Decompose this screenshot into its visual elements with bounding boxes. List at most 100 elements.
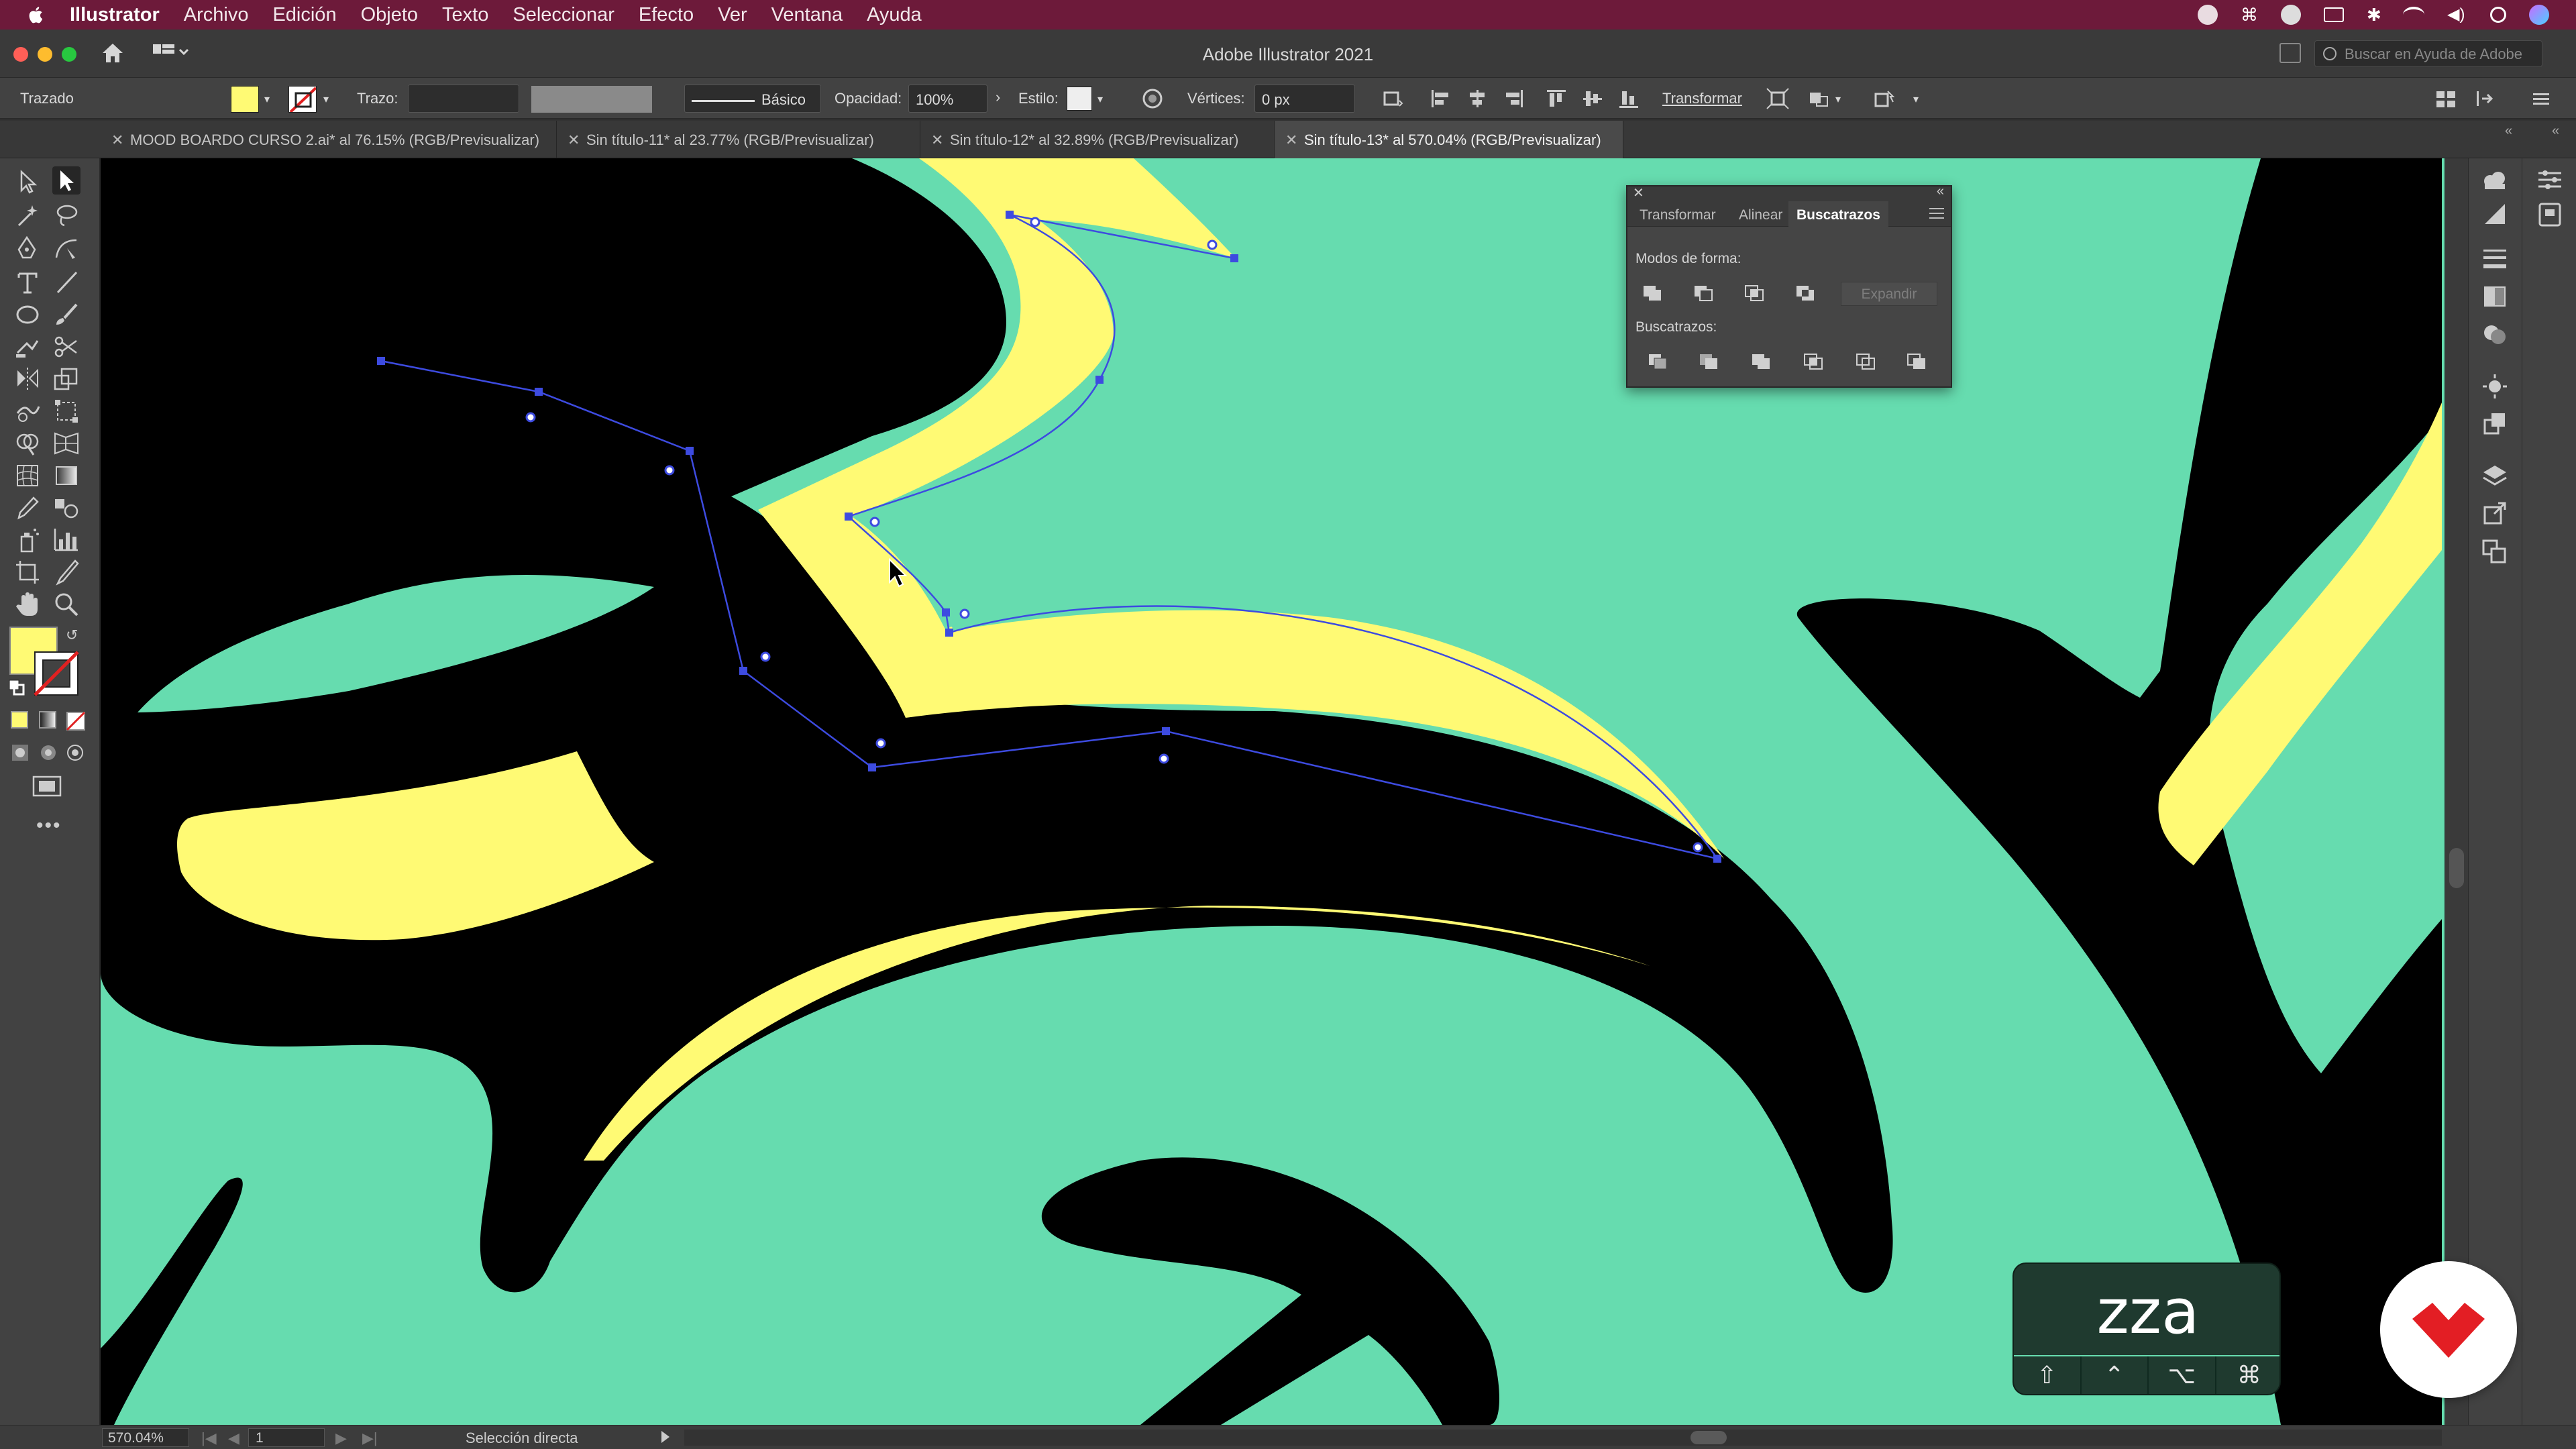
- color-mode-icon[interactable]: [11, 711, 28, 729]
- close-tab-icon[interactable]: ✕: [568, 131, 580, 149]
- black-shape-bottom-curl[interactable]: [1041, 1157, 1499, 1425]
- shaper-tool-icon[interactable]: [13, 333, 42, 361]
- line-tool-icon[interactable]: [52, 268, 80, 297]
- variable-width-profile-dropdown[interactable]: [531, 86, 652, 113]
- paintbrush-tool-icon[interactable]: [52, 301, 80, 329]
- selection-tool-icon[interactable]: [13, 168, 42, 196]
- swap-fill-stroke-icon[interactable]: ↺: [66, 627, 78, 644]
- dock-collapse-icon[interactable]: «: [2505, 123, 2512, 139]
- command-icon[interactable]: ⌘: [2241, 5, 2258, 25]
- close-tab-icon[interactable]: ✕: [111, 131, 123, 149]
- curvature-tool-icon[interactable]: [52, 235, 80, 263]
- airplay-icon[interactable]: [2324, 7, 2344, 22]
- control-bar-menu-icon[interactable]: [2529, 87, 2553, 110]
- artboard-number-input[interactable]: 1: [248, 1428, 325, 1447]
- draw-behind-icon[interactable]: [39, 743, 58, 762]
- blend-tool-icon[interactable]: [52, 494, 80, 522]
- first-artboard-icon[interactable]: |◀: [201, 1430, 217, 1447]
- scale-tool-icon[interactable]: [52, 365, 80, 393]
- isolate-object-icon[interactable]: [1807, 87, 1831, 110]
- lasso-tool-icon[interactable]: [52, 201, 80, 229]
- artboard-canvas[interactable]: ✕ « Transformar Alinear Buscatrazos Modos…: [101, 158, 2445, 1425]
- menu-archivo[interactable]: Archivo: [184, 4, 249, 26]
- transparency-panel-icon[interactable]: [2481, 321, 2509, 347]
- creative-cloud-icon[interactable]: [2281, 5, 2301, 25]
- apple-icon[interactable]: [25, 4, 47, 25]
- tab-sin-titulo-11[interactable]: ✕ Sin título-11* al 23.77% (RGB/Previsual…: [557, 121, 920, 158]
- layers-icon[interactable]: [2481, 463, 2509, 490]
- artboards-icon[interactable]: [2481, 538, 2509, 565]
- previous-artboard-icon[interactable]: ◀: [228, 1430, 239, 1447]
- menu-edicion[interactable]: Edición: [272, 4, 336, 26]
- expand-button[interactable]: Expandir: [1841, 282, 1937, 306]
- draw-inside-icon[interactable]: [66, 743, 85, 762]
- align-bottom-icon[interactable]: [1617, 87, 1641, 110]
- minus-front-button-icon[interactable]: [1692, 283, 1715, 303]
- ellipse-tool-icon[interactable]: [13, 301, 42, 329]
- style-dropdown-chevron-icon[interactable]: ▾: [1097, 93, 1103, 106]
- volume-icon[interactable]: ◀): [2447, 5, 2467, 25]
- menu-efecto[interactable]: Efecto: [639, 4, 694, 26]
- column-graph-tool-icon[interactable]: [52, 526, 80, 554]
- cc-libraries-icon[interactable]: [2536, 201, 2564, 228]
- panel-toggle-icon[interactable]: [2279, 43, 2301, 63]
- hand-tool-icon[interactable]: [13, 590, 42, 619]
- align-center-icon[interactable]: [1465, 87, 1489, 110]
- direct-selection-tool-icon[interactable]: [52, 166, 80, 195]
- shape-builder-tool-icon[interactable]: [13, 429, 42, 458]
- align-middle-icon[interactable]: [1580, 87, 1605, 110]
- unite-button-icon[interactable]: [1641, 283, 1664, 303]
- menu-objeto[interactable]: Objeto: [361, 4, 418, 26]
- opacity-arrow-icon[interactable]: ›: [996, 89, 1000, 106]
- zoom-level-dropdown[interactable]: 570.04%: [102, 1428, 189, 1447]
- menu-ver[interactable]: Ver: [718, 4, 747, 26]
- symbol-sprayer-tool-icon[interactable]: [13, 526, 42, 554]
- close-tab-icon[interactable]: ✕: [1285, 131, 1297, 149]
- gradient-tool-icon[interactable]: [52, 462, 80, 490]
- corner-radius-input[interactable]: 0 px: [1254, 85, 1355, 113]
- appearance-panel-icon[interactable]: [2481, 373, 2509, 400]
- next-artboard-icon[interactable]: ▶: [335, 1430, 347, 1447]
- bluetooth-icon[interactable]: ✱: [2367, 5, 2381, 25]
- recolor-artwork-icon[interactable]: [1140, 87, 1165, 110]
- minus-back-button-icon[interactable]: [1905, 352, 1928, 372]
- trim-button-icon[interactable]: [1697, 352, 1720, 372]
- brush-definition-dropdown[interactable]: Básico: [684, 85, 821, 113]
- last-artboard-icon[interactable]: ▶|: [362, 1430, 378, 1447]
- panel-collapse-icon[interactable]: «: [1937, 184, 1944, 199]
- tab-transformar[interactable]: Transformar: [1640, 207, 1716, 223]
- slice-tool-icon[interactable]: [52, 558, 80, 586]
- graphic-styles-icon[interactable]: [2481, 411, 2509, 437]
- select-similar-icon[interactable]: [1873, 87, 1897, 110]
- perspective-grid-tool-icon[interactable]: [52, 429, 80, 458]
- none-mode-icon[interactable]: [66, 711, 86, 731]
- isolate-chevron-icon[interactable]: ▾: [1835, 93, 1841, 106]
- black-shape-main[interactable]: [101, 158, 1893, 1293]
- type-tool-icon[interactable]: [13, 268, 42, 297]
- align-right-icon[interactable]: [1501, 87, 1525, 110]
- tab-sin-titulo-13[interactable]: ✕ Sin título-13* al 570.04% (RGB/Previsua…: [1275, 121, 1623, 158]
- stroke-color-box[interactable]: [32, 649, 80, 698]
- siri-icon[interactable]: [2529, 5, 2549, 25]
- warp-tool-icon[interactable]: [13, 397, 42, 425]
- free-transform-tool-icon[interactable]: [52, 397, 80, 425]
- black-shape-lower-left[interactable]: [101, 1177, 243, 1425]
- reflect-tool-icon[interactable]: [13, 365, 42, 393]
- stroke-swatch[interactable]: [288, 86, 317, 113]
- merge-button-icon[interactable]: [1750, 352, 1772, 372]
- tab-alinear[interactable]: Alinear: [1739, 207, 1782, 223]
- screen-record-icon[interactable]: [2198, 5, 2218, 25]
- pen-tool-icon[interactable]: [13, 235, 42, 263]
- scissors-tool-icon[interactable]: [52, 333, 80, 361]
- edit-toolbar-icon[interactable]: •••: [36, 814, 62, 837]
- artboard-tool-icon[interactable]: [13, 558, 42, 586]
- align-to-selection-icon[interactable]: [1381, 87, 1405, 110]
- spotlight-search-icon[interactable]: [2490, 7, 2506, 23]
- outline-button-icon[interactable]: [1854, 352, 1877, 372]
- default-fill-stroke-icon[interactable]: [8, 679, 25, 696]
- wifi-icon[interactable]: [2403, 7, 2424, 23]
- properties-sliders-icon[interactable]: [2536, 166, 2564, 193]
- panel-close-icon[interactable]: ✕: [1633, 184, 1644, 201]
- fill-dropdown-chevron-icon[interactable]: ▾: [264, 93, 270, 106]
- draw-normal-icon[interactable]: [11, 743, 30, 762]
